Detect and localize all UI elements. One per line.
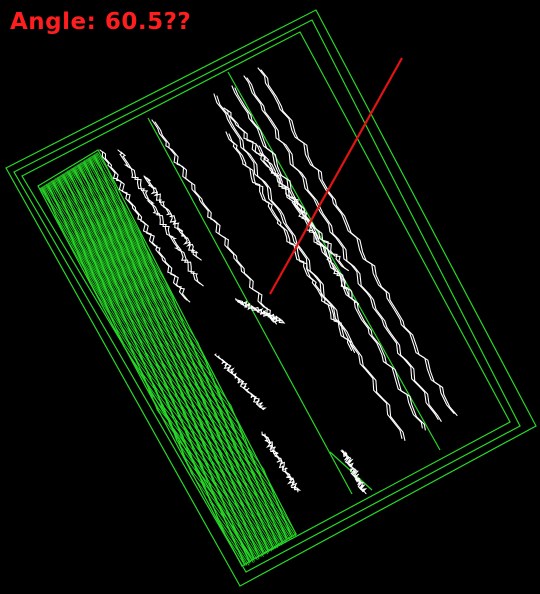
hatch-line bbox=[43, 185, 250, 566]
hatch-line bbox=[95, 152, 297, 537]
hatch-line bbox=[42, 185, 248, 566]
field-divider-2 bbox=[227, 71, 441, 451]
text-edge-line bbox=[143, 175, 199, 259]
angle-readout: Angle: 60.5?? bbox=[10, 9, 192, 35]
text-edge-line bbox=[226, 109, 349, 272]
hatch-line bbox=[84, 160, 285, 543]
edge-detection-canvas: Angle: 60.5?? bbox=[0, 0, 540, 589]
text-edge-line bbox=[340, 449, 365, 493]
edge-detection-overlay bbox=[5, 9, 537, 587]
text-edge-line bbox=[246, 77, 442, 422]
hatch-line bbox=[63, 172, 266, 555]
text-edge-line bbox=[225, 131, 353, 351]
text-edge-line bbox=[243, 75, 439, 420]
text-edge-line bbox=[261, 431, 299, 491]
card-inner-contour bbox=[13, 19, 521, 573]
